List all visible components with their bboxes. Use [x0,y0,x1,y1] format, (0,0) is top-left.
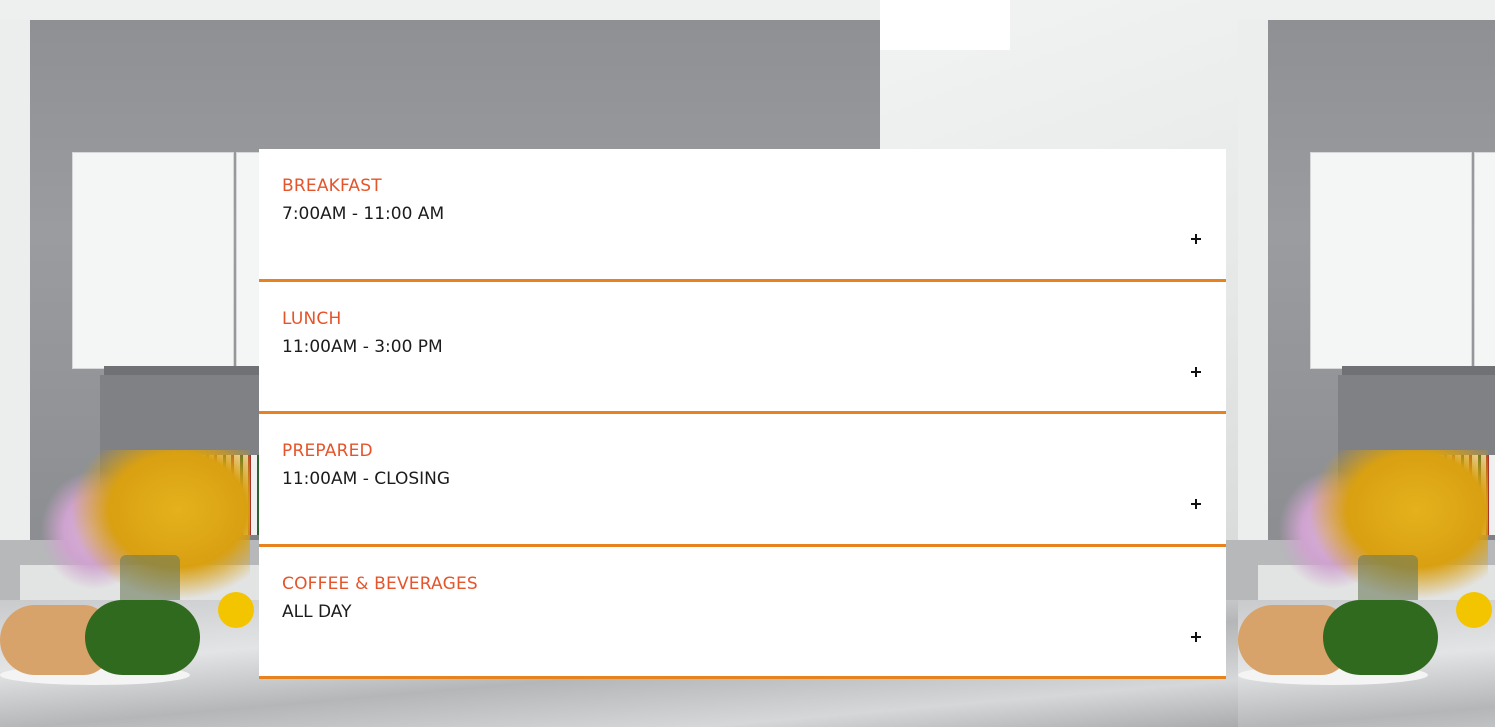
ceiling-beam [880,0,1010,50]
greens [85,600,200,675]
menu-item-coffee-beverages[interactable]: COFFEE & BEVERAGES ALL DAY [259,546,1226,679]
menu-hours-accordion: BREAKFAST 7:00AM - 11:00 AM LUNCH 11:00A… [259,149,1226,679]
menu-item-hours: 11:00AM - CLOSING [282,469,451,489]
menu-item-title: LUNCH [282,308,342,329]
lemon [218,592,254,628]
expand-plus-icon[interactable] [1188,629,1204,645]
cabinet [1310,152,1472,369]
menu-item-hours: 7:00AM - 11:00 AM [282,204,445,224]
menu-item-prepared[interactable]: PREPARED 11:00AM - CLOSING [259,414,1226,547]
cabinet [1474,152,1495,369]
page-background: BREAKFAST 7:00AM - 11:00 AM LUNCH 11:00A… [0,0,1495,727]
menu-item-title: PREPARED [282,441,373,461]
menu-item-title: BREAKFAST [282,176,382,196]
menu-item-breakfast[interactable]: BREAKFAST 7:00AM - 11:00 AM [259,149,1226,282]
wall-left [0,20,30,560]
ceiling [1238,0,1495,20]
expand-plus-icon[interactable] [1188,496,1204,512]
lemon [1456,592,1492,628]
menu-item-hours: 11:00AM - 3:00 PM [282,336,443,357]
cabinet [72,152,234,369]
menu-item-hours: ALL DAY [282,601,352,622]
menu-item-lunch[interactable]: LUNCH 11:00AM - 3:00 PM [259,281,1226,414]
wall-left [1238,20,1268,560]
menu-item-title: COFFEE & BEVERAGES [282,573,478,594]
kitchen-photo-image [1238,0,1495,727]
expand-plus-icon[interactable] [1188,364,1204,380]
greens [1323,600,1438,675]
expand-plus-icon[interactable] [1188,231,1204,247]
